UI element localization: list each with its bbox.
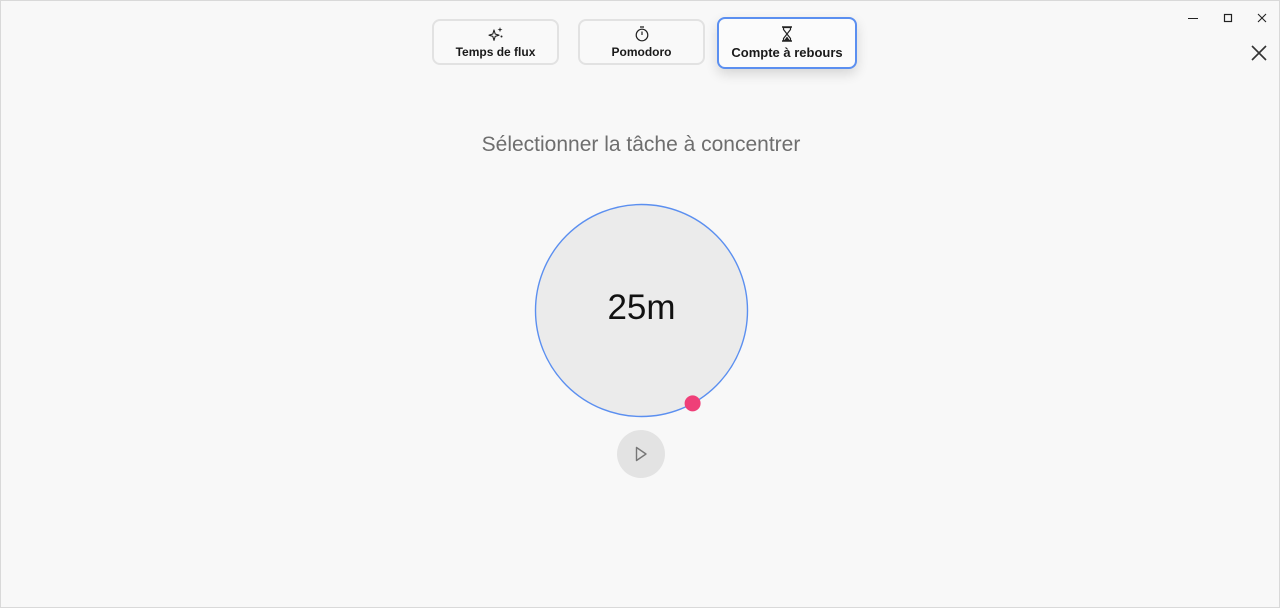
tab-flow-time[interactable]: Temps de flux bbox=[432, 19, 559, 65]
tab-countdown[interactable]: Compte à rebours bbox=[717, 17, 857, 69]
play-icon bbox=[635, 446, 647, 462]
stopwatch-icon bbox=[634, 25, 650, 42]
play-button[interactable] bbox=[617, 430, 665, 478]
maximize-icon bbox=[1223, 13, 1233, 23]
hourglass-icon bbox=[780, 26, 794, 42]
timer-value: 25m bbox=[607, 288, 676, 327]
select-task-prompt[interactable]: Sélectionner la tâche à concentrer bbox=[1, 133, 1280, 157]
minimize-icon bbox=[1188, 18, 1198, 19]
window-maximize-button[interactable] bbox=[1211, 7, 1245, 29]
close-icon bbox=[1257, 13, 1267, 23]
focus-close-button[interactable] bbox=[1243, 37, 1275, 69]
sparkle-icon bbox=[487, 26, 505, 42]
tab-countdown-label: Compte à rebours bbox=[731, 45, 843, 60]
window-close-button[interactable] bbox=[1245, 7, 1279, 29]
tab-flow-time-label: Temps de flux bbox=[455, 44, 536, 59]
app-window: Temps de flux Pomodoro Compte à rebours … bbox=[0, 0, 1280, 608]
window-minimize-button[interactable] bbox=[1176, 7, 1210, 29]
close-icon bbox=[1251, 45, 1267, 61]
tab-pomodoro[interactable]: Pomodoro bbox=[578, 19, 705, 65]
tab-pomodoro-label: Pomodoro bbox=[611, 44, 672, 59]
dial-handle[interactable] bbox=[684, 395, 701, 412]
